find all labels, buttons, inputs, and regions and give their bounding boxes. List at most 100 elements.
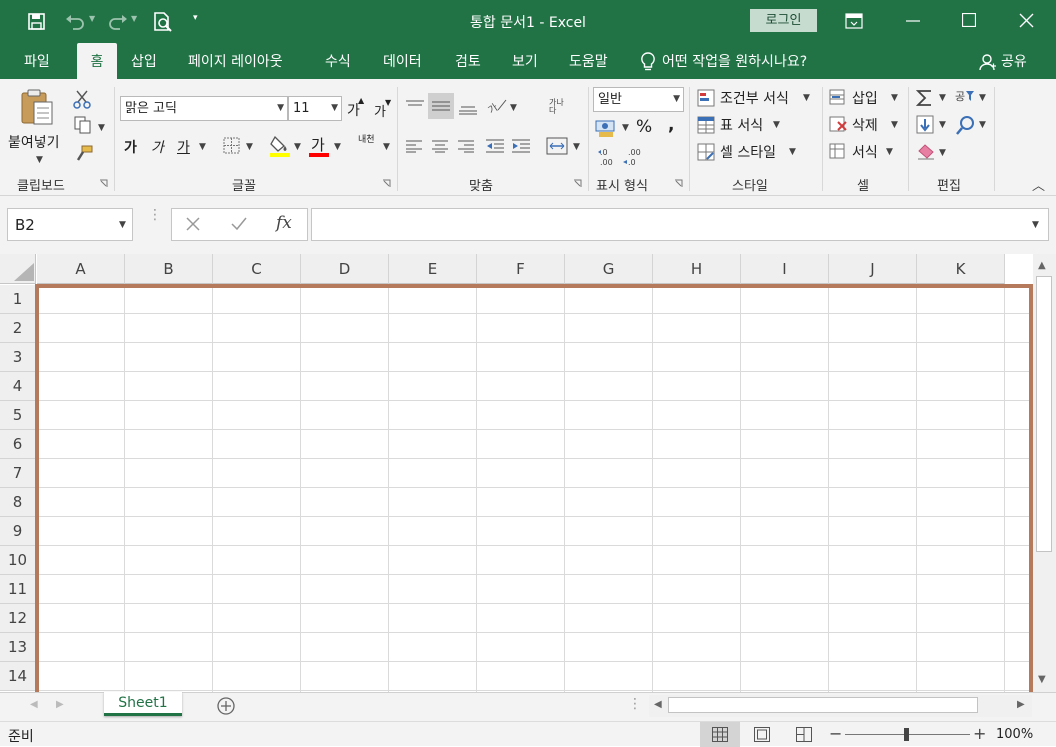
clear-dropdown-icon[interactable]: ▼ (939, 148, 946, 158)
bottom-align-icon[interactable] (458, 99, 478, 115)
tab-page-layout[interactable]: 페이지 레이아웃 (188, 43, 283, 79)
sort-filter-dropdown-icon[interactable]: ▼ (979, 93, 986, 103)
column-header-e[interactable]: E (389, 254, 477, 284)
formula-input[interactable]: ▼ (311, 208, 1049, 241)
row-header-6[interactable]: 6 (0, 430, 36, 459)
row-header-1[interactable]: 1 (0, 285, 36, 314)
accounting-dropdown-icon[interactable]: ▼ (622, 123, 629, 133)
select-all-corner[interactable] (0, 254, 36, 284)
save-icon[interactable] (27, 12, 47, 32)
zoom-slider-thumb[interactable] (904, 728, 909, 741)
column-header-f[interactable]: F (477, 254, 565, 284)
fill-dropdown-icon[interactable]: ▼ (939, 120, 946, 130)
scroll-right-arrow-icon[interactable]: ▶ (1017, 699, 1025, 710)
print-preview-icon[interactable] (152, 11, 174, 33)
close-icon[interactable] (1019, 13, 1034, 28)
horizontal-scroll-thumb[interactable] (668, 697, 978, 713)
page-layout-view-icon[interactable] (754, 727, 770, 742)
undo-icon[interactable] (64, 12, 86, 32)
column-header-j[interactable]: J (829, 254, 917, 284)
font-launcher-icon[interactable] (382, 179, 391, 188)
undo-dropdown-icon[interactable]: ▼ (89, 14, 95, 23)
tell-me-search[interactable]: 어떤 작업을 원하시나요? (662, 43, 807, 79)
column-header-i[interactable]: I (741, 254, 829, 284)
vertical-scroll-thumb[interactable] (1036, 276, 1052, 552)
scroll-down-arrow-icon[interactable]: ▼ (1038, 674, 1046, 685)
borders-icon[interactable] (223, 137, 240, 154)
add-sheet-icon[interactable] (216, 696, 236, 716)
row-header-8[interactable]: 8 (0, 488, 36, 517)
phonetic-dropdown-icon[interactable]: ▼ (383, 142, 390, 152)
increase-decimal-icon[interactable]: .0.00 (597, 147, 619, 167)
increase-indent-icon[interactable] (511, 138, 531, 154)
conditional-formatting-button[interactable]: 조건부 서식 ▼ (696, 88, 816, 110)
fill-color-dropdown-icon[interactable]: ▼ (294, 142, 301, 152)
tab-split-grip-icon[interactable]: ⋮ (628, 696, 642, 712)
cell-styles-button[interactable]: 셀 스타일 ▼ (696, 142, 806, 164)
row-header-10[interactable]: 10 (0, 546, 36, 575)
customize-qat-icon[interactable]: ▾ (193, 13, 198, 23)
redo-dropdown-icon[interactable]: ▼ (131, 14, 137, 23)
vertical-scrollbar[interactable]: ▲ ▼ (1033, 254, 1056, 692)
clipboard-launcher-icon[interactable] (99, 179, 108, 188)
zoom-out-button[interactable]: − (829, 724, 842, 743)
underline-dropdown-icon[interactable]: ▼ (199, 142, 206, 152)
format-painter-icon[interactable] (74, 144, 94, 164)
row-header-5[interactable]: 5 (0, 401, 36, 430)
row-header-14[interactable]: 14 (0, 662, 36, 691)
percent-style-button[interactable]: % (636, 117, 652, 137)
bold-button[interactable]: 가 (124, 137, 137, 157)
top-align-icon[interactable] (405, 99, 425, 113)
sheet-tab-sheet1[interactable]: Sheet1 (104, 692, 182, 716)
minimize-icon[interactable] (906, 20, 920, 22)
number-launcher-icon[interactable] (674, 179, 683, 188)
tab-help[interactable]: 도움말 (569, 43, 608, 79)
login-button[interactable]: 로그인 (750, 9, 817, 32)
font-color-button[interactable]: 가 (311, 134, 325, 155)
delete-cells-button[interactable]: 삭제 ▼ (828, 115, 903, 137)
column-header-k[interactable]: K (917, 254, 1005, 284)
row-header-7[interactable]: 7 (0, 459, 36, 488)
fill-down-icon[interactable] (916, 115, 934, 135)
column-header-h[interactable]: H (653, 254, 741, 284)
copy-dropdown-icon[interactable]: ▼ (98, 123, 105, 133)
column-header-d[interactable]: D (301, 254, 389, 284)
page-break-preview-icon[interactable] (796, 727, 812, 742)
next-sheet-arrow-icon[interactable]: ▶ (56, 699, 64, 710)
insert-function-button[interactable]: fx (276, 213, 292, 233)
column-header-b[interactable]: B (125, 254, 213, 284)
decrease-decimal-icon[interactable]: .00.0 (622, 147, 644, 167)
zoom-level[interactable]: 100% (996, 727, 1033, 742)
orientation-icon[interactable]: 가 (486, 96, 508, 116)
share-button[interactable]: 공유 (1001, 43, 1027, 79)
orientation-dropdown-icon[interactable]: ▼ (510, 103, 517, 113)
comma-style-button[interactable]: , (668, 115, 674, 135)
find-dropdown-icon[interactable]: ▼ (979, 120, 986, 130)
row-header-9[interactable]: 9 (0, 517, 36, 546)
accounting-format-icon[interactable] (595, 118, 617, 138)
find-select-icon[interactable] (956, 115, 976, 135)
paste-button[interactable]: 붙여넣기 ▼ (6, 85, 68, 171)
phonetic-guide-button[interactable]: 내천 (358, 136, 376, 145)
right-align-icon[interactable] (457, 139, 475, 153)
column-header-c[interactable]: C (213, 254, 301, 284)
format-as-table-button[interactable]: 표 서식 ▼ (696, 115, 796, 137)
column-header-a[interactable]: A (37, 254, 125, 284)
row-header-12[interactable]: 12 (0, 604, 36, 633)
font-size-combo[interactable]: 11 ▼ (288, 96, 342, 121)
person-icon[interactable] (979, 53, 997, 71)
copy-icon[interactable] (73, 116, 93, 134)
fill-color-icon[interactable] (269, 134, 291, 158)
wrap-text-button[interactable]: 가나다 (549, 99, 565, 115)
autosum-icon[interactable] (916, 88, 934, 108)
autosum-dropdown-icon[interactable]: ▼ (939, 93, 946, 103)
format-cells-button[interactable]: 서식 ▼ (828, 142, 903, 164)
underline-button[interactable]: 가 (177, 137, 190, 157)
tab-data[interactable]: 데이터 (383, 43, 422, 79)
left-align-icon[interactable] (405, 139, 423, 153)
sort-filter-button[interactable]: 공 (955, 88, 965, 104)
merge-center-icon[interactable] (546, 137, 568, 155)
row-header-2[interactable]: 2 (0, 314, 36, 343)
clear-eraser-icon[interactable] (916, 143, 936, 161)
center-align-icon[interactable] (431, 139, 449, 153)
